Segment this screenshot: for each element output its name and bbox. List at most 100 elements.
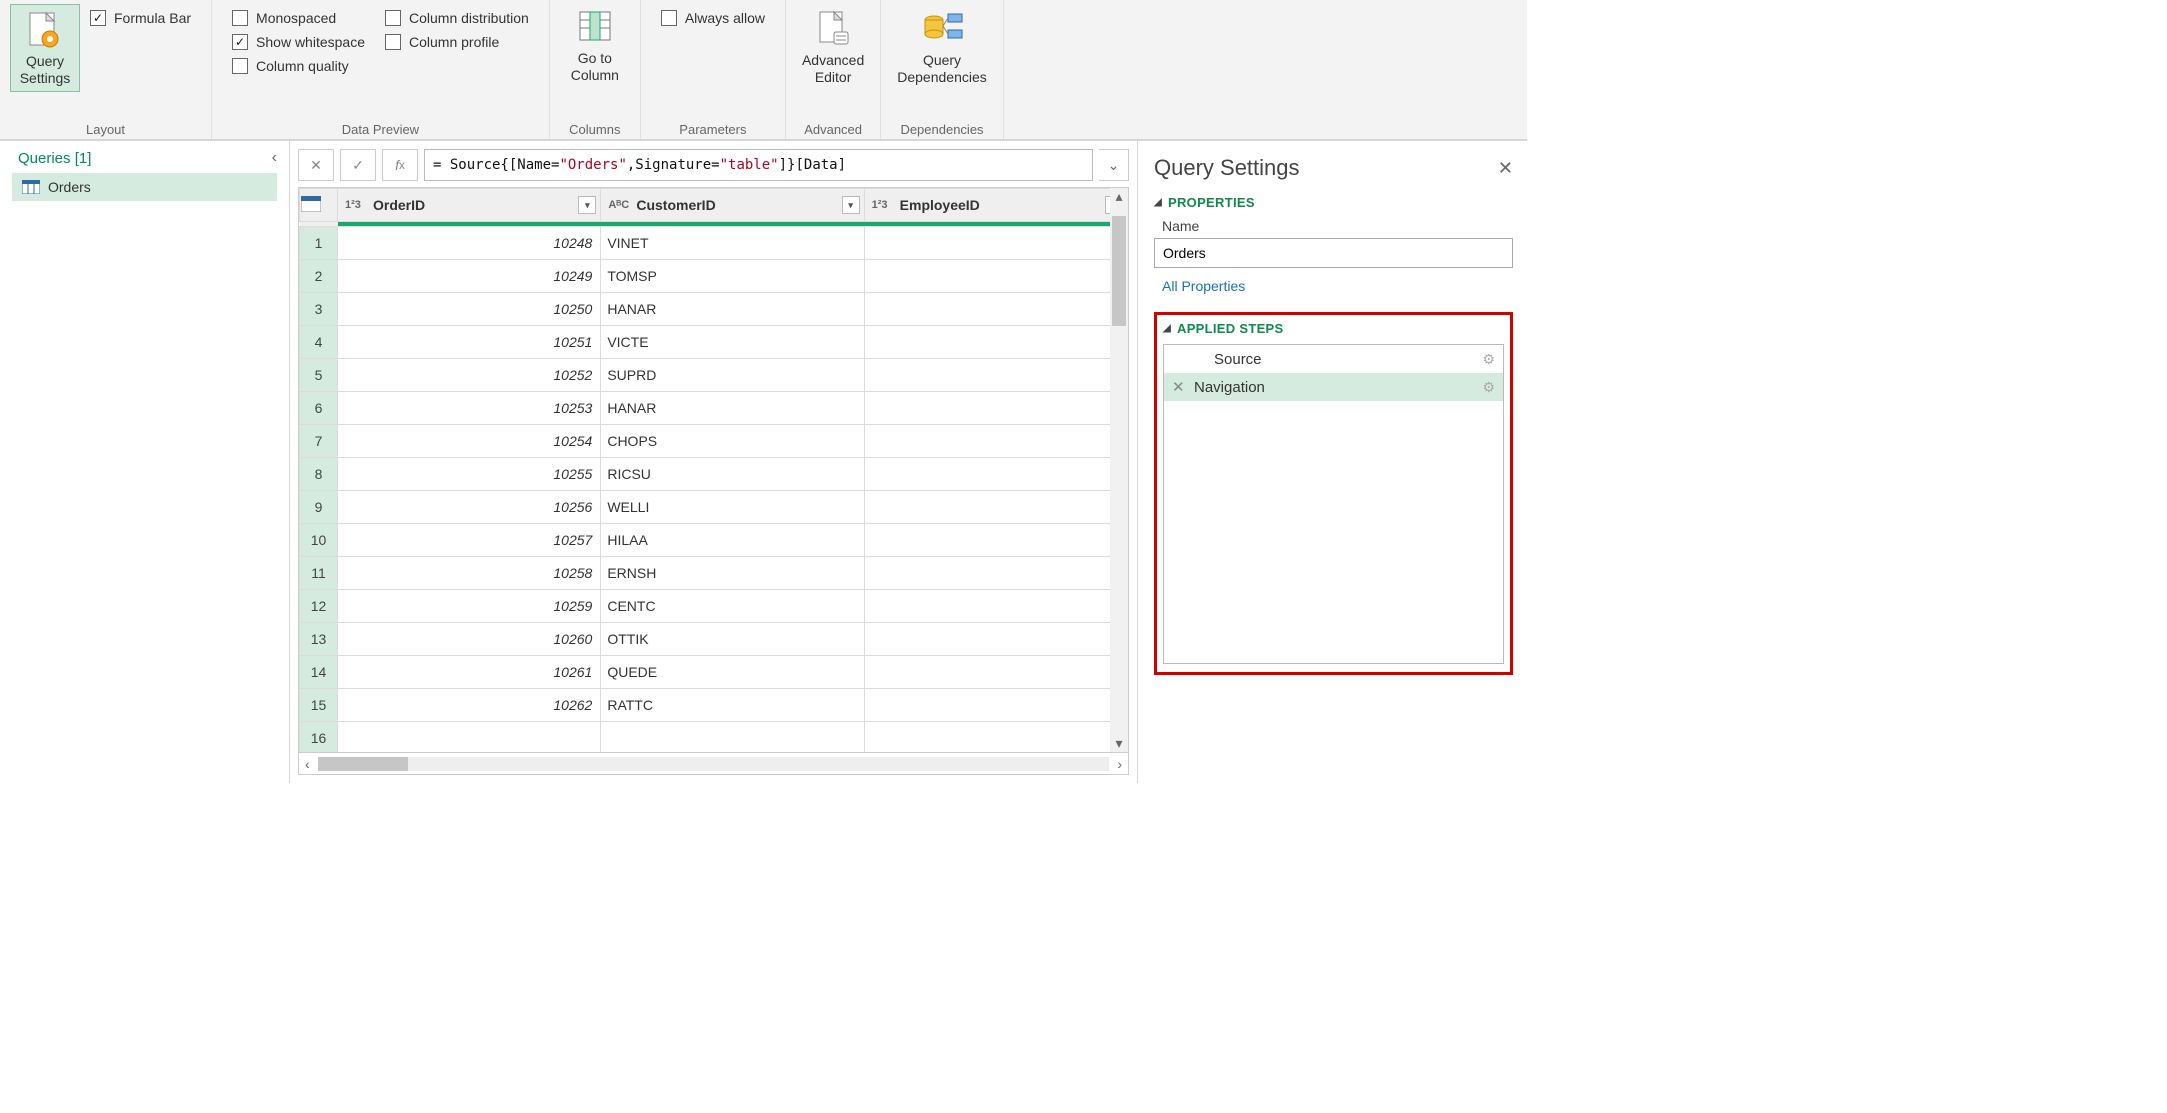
cell[interactable]: ERNSH	[601, 557, 864, 590]
cell[interactable]: 10254	[338, 425, 601, 458]
cell[interactable]: VINET	[601, 227, 864, 260]
column-quality-checkbox[interactable]: Column quality	[232, 58, 365, 74]
cell[interactable]: 10255	[338, 458, 601, 491]
cell[interactable]: HANAR	[601, 293, 864, 326]
column-profile-checkbox[interactable]: Column profile	[385, 34, 529, 50]
query-item[interactable]: Orders	[12, 173, 277, 201]
cell[interactable]: 10252	[338, 359, 601, 392]
row-number-cell[interactable]: 13	[300, 623, 338, 656]
cell[interactable]: 10257	[338, 524, 601, 557]
formula-bar-checkbox[interactable]: Formula Bar	[90, 10, 191, 26]
cell[interactable]	[864, 425, 1127, 458]
table-row[interactable]: 8 10255 RICSU	[300, 458, 1128, 491]
cell[interactable]: 10248	[338, 227, 601, 260]
applied-step[interactable]: ✕ Source ⚙	[1164, 345, 1503, 373]
row-number-cell[interactable]: 14	[300, 656, 338, 689]
cell[interactable]: 10253	[338, 392, 601, 425]
cell[interactable]: WELLI	[601, 491, 864, 524]
cell[interactable]: HANAR	[601, 392, 864, 425]
cell[interactable]: VICTE	[601, 326, 864, 359]
row-number-cell[interactable]: 3	[300, 293, 338, 326]
scroll-left-icon[interactable]: ‹	[305, 756, 310, 772]
scroll-thumb[interactable]	[318, 757, 408, 771]
cancel-formula-button[interactable]: ✕	[298, 149, 334, 181]
table-row[interactable]: 11 10258 ERNSH	[300, 557, 1128, 590]
gear-icon[interactable]: ⚙	[1482, 351, 1495, 368]
table-row[interactable]: 13 10260 OTTIK	[300, 623, 1128, 656]
scroll-right-icon[interactable]: ›	[1117, 756, 1122, 772]
cell[interactable]	[864, 491, 1127, 524]
table-row[interactable]: 6 10253 HANAR	[300, 392, 1128, 425]
table-row[interactable]: 2 10249 TOMSP	[300, 260, 1128, 293]
cell[interactable]: 10258	[338, 557, 601, 590]
cell[interactable]	[864, 260, 1127, 293]
table-row[interactable]: 1 10248 VINET	[300, 227, 1128, 260]
query-settings-button[interactable]: Query Settings	[10, 4, 80, 92]
column-header[interactable]: AᴮC CustomerID ▾	[601, 189, 864, 222]
cell[interactable]	[864, 359, 1127, 392]
cell[interactable]: HILAA	[601, 524, 864, 557]
cell[interactable]	[864, 227, 1127, 260]
vertical-scrollbar[interactable]: ▴ ▾	[1110, 188, 1128, 752]
monospaced-checkbox[interactable]: Monospaced	[232, 10, 365, 26]
cell[interactable]: TOMSP	[601, 260, 864, 293]
table-row[interactable]: 10 10257 HILAA	[300, 524, 1128, 557]
column-header[interactable]: 1²3 EmployeeID ▾	[864, 189, 1127, 222]
cell[interactable]	[864, 590, 1127, 623]
cell[interactable]: CHOPS	[601, 425, 864, 458]
cell[interactable]	[864, 656, 1127, 689]
always-allow-checkbox[interactable]: Always allow	[661, 10, 765, 26]
row-number-cell[interactable]: 4	[300, 326, 338, 359]
formula-input[interactable]: = Source{[Name= "Orders" ,Signature= "ta…	[424, 149, 1093, 181]
cell[interactable]: SUPRD	[601, 359, 864, 392]
row-number-cell[interactable]: 8	[300, 458, 338, 491]
properties-section-header[interactable]: ◢ PROPERTIES	[1154, 195, 1513, 210]
cell[interactable]	[864, 557, 1127, 590]
row-number-cell[interactable]: 15	[300, 689, 338, 722]
scroll-down-icon[interactable]: ▾	[1115, 735, 1122, 752]
cell[interactable]: CENTC	[601, 590, 864, 623]
table-row[interactable]: 9 10256 WELLI	[300, 491, 1128, 524]
row-number-cell[interactable]: 1	[300, 227, 338, 260]
applied-steps-section-header[interactable]: ◢ APPLIED STEPS	[1163, 321, 1504, 336]
cell[interactable]	[864, 293, 1127, 326]
gear-icon[interactable]: ⚙	[1482, 379, 1495, 396]
cell[interactable]: OTTIK	[601, 623, 864, 656]
cell[interactable]	[864, 326, 1127, 359]
cell[interactable]: 10260	[338, 623, 601, 656]
cell[interactable]	[864, 392, 1127, 425]
row-number-cell[interactable]: 10	[300, 524, 338, 557]
applied-step[interactable]: ✕ Navigation ⚙	[1164, 373, 1503, 401]
cell[interactable]	[601, 722, 864, 753]
cell[interactable]	[864, 524, 1127, 557]
query-dependencies-button[interactable]: Query Dependencies	[891, 4, 993, 90]
cell[interactable]	[864, 689, 1127, 722]
row-number-cell[interactable]: 11	[300, 557, 338, 590]
show-whitespace-checkbox[interactable]: Show whitespace	[232, 34, 365, 50]
cell[interactable]: 10262	[338, 689, 601, 722]
table-row[interactable]: 16	[300, 722, 1128, 753]
collapse-queries-icon[interactable]: ‹	[272, 149, 277, 167]
column-distribution-checkbox[interactable]: Column distribution	[385, 10, 529, 26]
table-row[interactable]: 5 10252 SUPRD	[300, 359, 1128, 392]
cell[interactable]: 10251	[338, 326, 601, 359]
cell[interactable]	[864, 722, 1127, 753]
query-name-input[interactable]	[1154, 238, 1513, 268]
column-filter-button[interactable]: ▾	[578, 196, 596, 214]
column-filter-button[interactable]: ▾	[842, 196, 860, 214]
cell[interactable]: QUEDE	[601, 656, 864, 689]
row-number-cell[interactable]: 2	[300, 260, 338, 293]
cell[interactable]: 10250	[338, 293, 601, 326]
table-row[interactable]: 7 10254 CHOPS	[300, 425, 1128, 458]
expand-formula-button[interactable]: ⌄	[1099, 149, 1129, 181]
cell[interactable]: 10259	[338, 590, 601, 623]
cell[interactable]: RATTC	[601, 689, 864, 722]
row-number-cell[interactable]: 12	[300, 590, 338, 623]
commit-formula-button[interactable]: ✓	[340, 149, 376, 181]
cell[interactable]: 10261	[338, 656, 601, 689]
row-number-cell[interactable]: 9	[300, 491, 338, 524]
table-row[interactable]: 4 10251 VICTE	[300, 326, 1128, 359]
scroll-up-icon[interactable]: ▴	[1115, 188, 1122, 205]
scroll-thumb[interactable]	[1112, 216, 1126, 326]
cell[interactable]: 10256	[338, 491, 601, 524]
